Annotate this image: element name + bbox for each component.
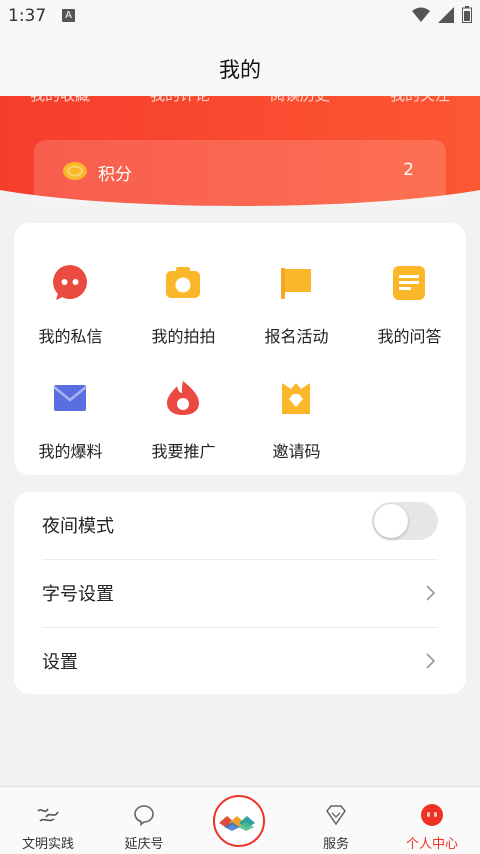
center-home-button[interactable] [213,795,265,847]
system-icons [412,6,472,23]
grid-item-messages[interactable]: 我的私信 [14,265,127,365]
settings-list: 夜间模式 字号设置 设置 [14,492,466,694]
battery-icon [462,6,472,23]
grid-label: 邀请码 [272,442,321,461]
bubble-icon [134,805,154,827]
font-size-row[interactable]: 字号设置 [42,560,438,627]
gem-icon [282,383,310,414]
status-time: 1:37 [8,6,47,26]
wifi-icon [412,7,430,22]
font-size-label: 字号设置 [42,584,114,605]
notification-a-icon: A [62,9,75,22]
night-mode-row: 夜间模式 [42,492,438,559]
bottom-navigation: 文明实践 延庆号 服务 个人中心 [0,786,480,854]
chat-bubble-icon [53,265,87,300]
feature-grid: 我的私信 我的拍拍 报名活动 我的问答 我的爆料 我要推广 邀请码 [14,223,466,475]
points-label: 积分 [98,165,132,185]
grid-label: 我的问答 [377,327,442,346]
nav-label: 文明实践 [21,837,74,852]
night-mode-toggle[interactable] [372,502,438,540]
status-bar: 1:37 A [0,0,480,32]
chevron-right-icon [426,653,436,669]
coin-icon [63,162,87,180]
comments-link[interactable]: 我的评论 [150,96,210,105]
nav-yanqing-hao[interactable]: 延庆号 [96,787,192,854]
profile-header: 我的收藏 我的评论 阅读历史 我的关注 积分 2 [0,96,480,206]
grid-item-promote[interactable]: 我要推广 [127,380,240,480]
grid-item-events[interactable]: 报名活动 [240,265,353,365]
grid-item-qa[interactable]: 我的问答 [353,265,466,365]
follows-link[interactable]: 我的关注 [390,96,450,105]
nav-civilization-practice[interactable]: 文明实践 [0,787,96,854]
nav-personal-center[interactable]: 个人中心 [384,787,480,854]
nav-label: 个人中心 [405,837,458,852]
history-link[interactable]: 阅读历史 [270,96,330,105]
envelope-icon [53,385,87,411]
points-card[interactable]: 积分 2 [34,140,446,206]
flag-icon [281,268,311,299]
night-mode-label: 夜间模式 [42,516,114,537]
toggle-knob [374,504,408,538]
grid-label: 我的私信 [38,327,103,346]
mountain-logo-icon [219,816,255,831]
favorites-link[interactable]: 我的收藏 [30,96,90,105]
grid-label: 报名活动 [264,327,329,346]
settings-label: 设置 [42,652,78,673]
nav-services[interactable]: 服务 [288,787,384,854]
nav-label: 延庆号 [124,837,164,852]
points-value: 2 [403,160,414,180]
note-icon [393,266,425,300]
chevron-right-icon [426,585,436,601]
grid-label: 我的爆料 [38,442,103,461]
flame-icon [167,381,199,415]
grid-item-tips[interactable]: 我的爆料 [14,380,127,480]
grid-item-photos[interactable]: 我的拍拍 [127,265,240,365]
grid-item-invite[interactable]: 邀请码 [240,380,353,480]
grid-label: 我的拍拍 [151,327,216,346]
profile-quick-links: 我的收藏 我的评论 阅读历史 我的关注 [0,96,480,105]
profile-face-icon [421,804,443,826]
grid-label: 我要推广 [151,442,216,461]
diamond-icon [326,805,346,826]
calligraphy-logo-icon [37,808,59,822]
page-title: 我的 [0,32,480,96]
cell-signal-icon [438,6,454,23]
camera-icon [166,267,200,298]
nav-label: 服务 [322,837,349,852]
settings-row[interactable]: 设置 [42,628,438,695]
